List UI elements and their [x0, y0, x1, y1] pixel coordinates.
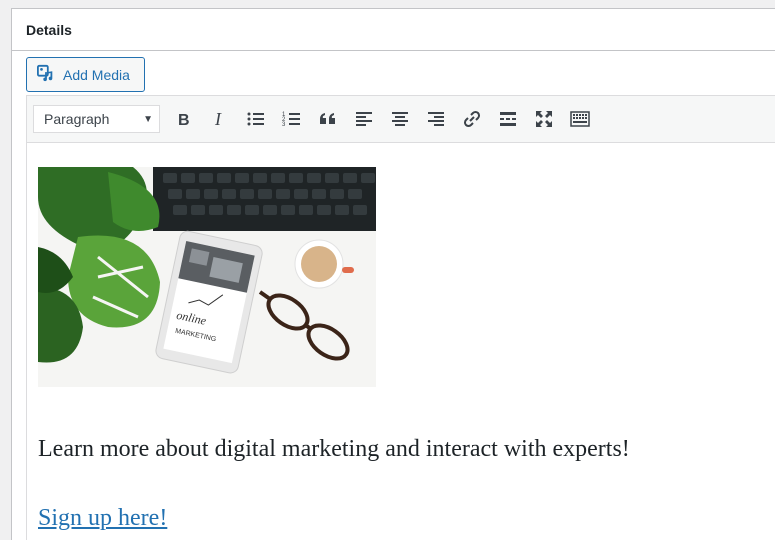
- marketing-image[interactable]: online MARKETING: [38, 167, 376, 387]
- postbox-title: Details: [26, 21, 72, 38]
- editor-toolbar: Paragraph ▼ B I 1 2 3: [27, 96, 775, 143]
- editor: Paragraph ▼ B I 1 2 3 online MARKETING L…: [26, 95, 775, 540]
- details-postbox: Details Add Media Paragraph ▼ B I 1 2 3 …: [11, 8, 775, 540]
- numbered-list-button[interactable]: 1 2 3: [274, 104, 310, 134]
- align-center-button[interactable]: [382, 104, 418, 134]
- align-right-icon: [428, 112, 444, 126]
- add-media-label: Add Media: [63, 66, 130, 83]
- fullscreen-icon: [536, 111, 552, 127]
- bulleted-list-icon: [247, 112, 264, 126]
- postbox-header: Details: [12, 9, 775, 51]
- format-select-value: Paragraph: [44, 111, 110, 127]
- content-paragraph[interactable]: Learn more about digital marketing and i…: [38, 436, 630, 463]
- italic-icon: I: [214, 109, 222, 129]
- read-more-button[interactable]: [490, 104, 526, 134]
- align-left-button[interactable]: [346, 104, 382, 134]
- bold-icon: B: [178, 112, 190, 129]
- italic-button[interactable]: I: [202, 104, 238, 134]
- read-more-icon: [500, 112, 516, 126]
- svg-text:B: B: [178, 112, 190, 129]
- svg-text:3: 3: [282, 122, 286, 128]
- bulleted-list-button[interactable]: [238, 104, 274, 134]
- format-select[interactable]: Paragraph ▼: [33, 105, 160, 133]
- add-media-button[interactable]: Add Media: [26, 57, 145, 92]
- media-buttons: Add Media: [12, 51, 775, 96]
- svg-text:I: I: [214, 109, 222, 129]
- align-center-icon: [392, 112, 408, 126]
- chevron-down-icon: ▼: [143, 113, 153, 125]
- blockquote-icon: [320, 113, 335, 124]
- keyboard-icon: [570, 111, 590, 127]
- numbered-list-icon: 1 2 3: [282, 112, 300, 128]
- fullscreen-button[interactable]: [526, 104, 562, 134]
- align-left-icon: [356, 112, 372, 126]
- insert-link-button[interactable]: [454, 104, 490, 134]
- sign-up-link[interactable]: Sign up here!: [38, 505, 167, 532]
- toolbar-toggle-button[interactable]: [562, 104, 598, 134]
- align-right-button[interactable]: [418, 104, 454, 134]
- link-icon: [463, 110, 481, 128]
- media-icon: [37, 64, 55, 85]
- blockquote-button[interactable]: [310, 104, 346, 134]
- bold-button[interactable]: B: [166, 104, 202, 134]
